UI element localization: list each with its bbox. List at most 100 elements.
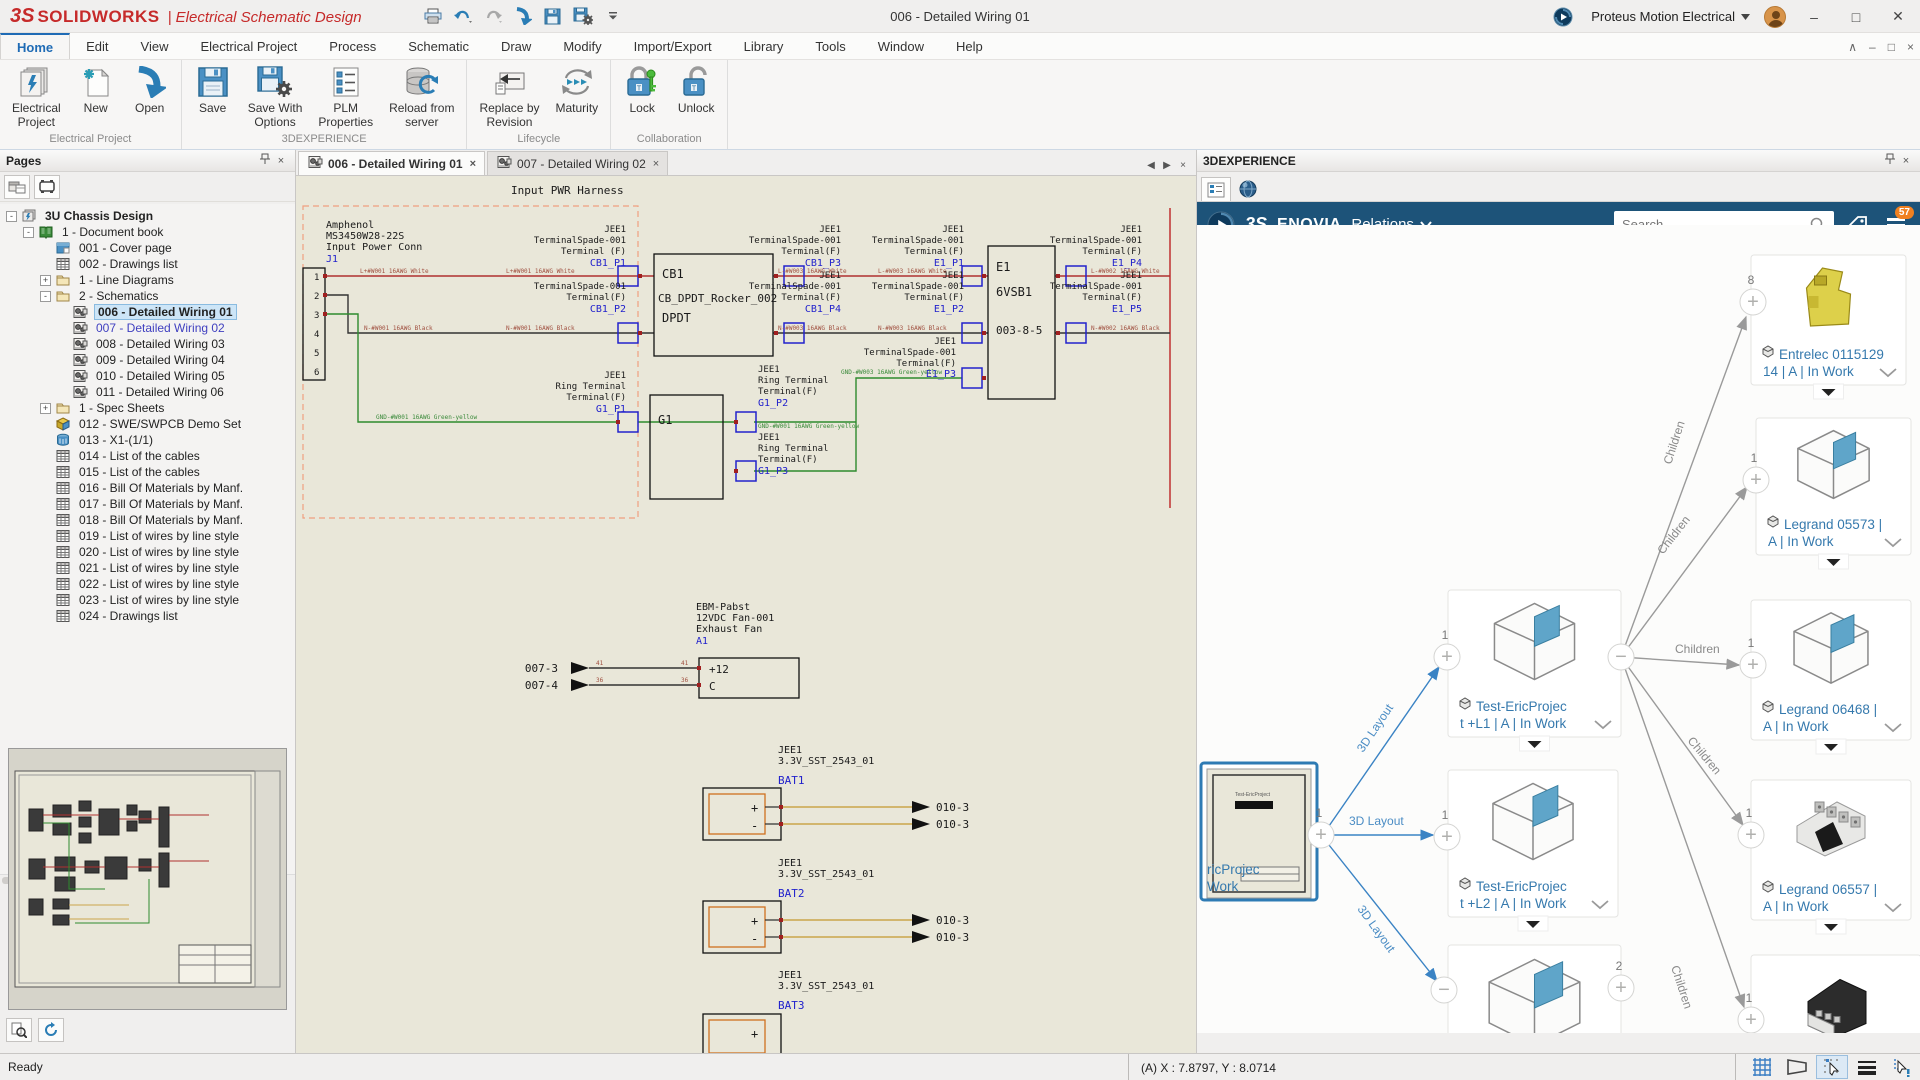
pin-icon[interactable]	[257, 153, 273, 168]
menu-item-modify[interactable]: Modify	[547, 33, 617, 59]
redo-icon[interactable]	[482, 5, 504, 27]
collapse-icon[interactable]: -	[6, 210, 17, 222]
graph-node-L2[interactable]: Test-EricProjec t +L2 | A | In Work +1	[1433, 769, 1619, 932]
collapse-ribbon-icon[interactable]: ∧	[1848, 40, 1857, 54]
plm-properties-button[interactable]: PLM Properties	[310, 62, 381, 131]
save-button[interactable]: Save	[186, 62, 240, 131]
relation-edge-children[interactable]	[1620, 656, 1746, 1009]
component-bat1[interactable]	[702, 787, 782, 841]
tree-item-1-document-book[interactable]: - 1 - Document book	[0, 224, 295, 240]
tab-scroll-right-icon[interactable]: ▶	[1160, 160, 1174, 171]
unlock-button[interactable]: T Unlock	[669, 62, 723, 131]
menu-item-help[interactable]: Help	[940, 33, 999, 59]
relation-edge-children[interactable]	[1620, 485, 1748, 658]
tree-item-1-spec-sheets[interactable]: +1 - Spec Sheets	[0, 400, 295, 416]
menu-item-home[interactable]: Home	[0, 33, 71, 59]
menu-item-tools[interactable]: Tools	[799, 33, 861, 59]
tree-item-007-detailed-wiring-02[interactable]: 007 - Detailed Wiring 02	[0, 320, 295, 336]
tenant-selector[interactable]: Proteus Motion Electrical	[1591, 9, 1750, 24]
tree-item-022-list-of-wires-by-line-style[interactable]: 022 - List of wires by line style	[0, 576, 295, 592]
list-panel-icon[interactable]	[1201, 177, 1231, 201]
globe-icon[interactable]	[1233, 177, 1263, 201]
component-bat2[interactable]	[702, 900, 782, 954]
undo-icon[interactable]	[452, 5, 474, 27]
tree-item-017-bill-of-materials-by-manf[interactable]: 017 - Bill Of Materials by Manf.	[0, 496, 295, 512]
zoom-page-icon[interactable]	[6, 1018, 32, 1042]
close-tab-icon[interactable]: ×	[653, 158, 659, 170]
save-with-options-button[interactable]: Save With Options	[240, 62, 311, 131]
tab-close-icon[interactable]: ×	[1176, 160, 1190, 171]
menu-item-library[interactable]: Library	[728, 33, 800, 59]
tab-scroll-left-icon[interactable]: ◀	[1144, 160, 1158, 171]
graph-node-B1[interactable]: − +2	[1430, 944, 1635, 1033]
menu-item-view[interactable]: View	[125, 33, 185, 59]
cursor-grid-icon[interactable]	[1816, 1055, 1848, 1079]
chassis-icon[interactable]	[34, 174, 60, 199]
tree-item-2-schematics[interactable]: - 2 - Schematics	[0, 288, 295, 304]
minimize-button[interactable]: –	[1800, 9, 1828, 25]
avatar[interactable]	[1764, 5, 1786, 28]
connector-j1[interactable]	[302, 267, 326, 381]
tree-item-001-cover-page[interactable]: 001 - Cover page	[0, 240, 295, 256]
tree-item-023-list-of-wires-by-line-style[interactable]: 023 - List of wires by line style	[0, 592, 295, 608]
book-pages-icon[interactable]	[4, 174, 30, 199]
graph-node-G4[interactable]: Legrand 06468 | A | In Work +1	[1739, 599, 1912, 755]
tree-item-008-detailed-wiring-03[interactable]: 008 - Detailed Wiring 03	[0, 336, 295, 352]
restore-button[interactable]: □	[1842, 9, 1870, 25]
expand-icon[interactable]: +	[40, 402, 51, 414]
tree-item-009-detailed-wiring-04[interactable]: 009 - Detailed Wiring 04	[0, 352, 295, 368]
restore-doc-icon[interactable]: □	[1888, 40, 1895, 54]
grid-icon[interactable]	[1746, 1055, 1778, 1079]
editor-tab-007-detailed-wiring-02[interactable]: 007 - Detailed Wiring 02 ×	[487, 151, 669, 175]
close-doc-icon[interactable]: ×	[1907, 40, 1914, 54]
sheet-thumbnail[interactable]	[8, 748, 287, 1010]
tree-item-3u-chassis-design[interactable]: - 3U Chassis Design	[0, 208, 295, 224]
save-icon[interactable]	[542, 5, 564, 27]
tree-item-002-drawings-list[interactable]: 002 - Drawings list	[0, 256, 295, 272]
relations-graph[interactable]: Children Children Children Children Children…	[1197, 225, 1920, 1033]
collapse-icon[interactable]: -	[23, 226, 34, 238]
refresh-icon[interactable]	[38, 1018, 64, 1042]
relation-edge-children[interactable]	[1620, 656, 1741, 670]
close-tab-icon[interactable]: ×	[470, 158, 476, 170]
expand-icon[interactable]: +	[40, 274, 51, 286]
menu-item-schematic[interactable]: Schematic	[392, 33, 485, 59]
tree-item-012-swe-swpcb-demo-set[interactable]: 012 - SWE/SWPCB Demo Set	[0, 416, 295, 432]
relation-edge-children[interactable]	[1620, 315, 1747, 658]
graph-node-L1[interactable]: Test-EricProjec t +L1 | A | In Work +1 −	[1433, 589, 1635, 752]
minimize-doc-icon[interactable]: –	[1869, 40, 1876, 54]
compass-icon[interactable]	[1549, 3, 1577, 31]
editor-tab-006-detailed-wiring-01[interactable]: 006 - Detailed Wiring 01 ×	[298, 151, 486, 175]
tree-item-016-bill-of-materials-by-manf[interactable]: 016 - Bill Of Materials by Manf.	[0, 480, 295, 496]
menu-item-process[interactable]: Process	[313, 33, 392, 59]
more-chevron-icon[interactable]	[602, 5, 624, 27]
printer-icon[interactable]	[422, 5, 444, 27]
perspective-icon[interactable]	[1781, 1055, 1813, 1079]
tree-item-006-detailed-wiring-01[interactable]: 006 - Detailed Wiring 01	[0, 304, 295, 320]
maturity-button[interactable]: Maturity	[548, 62, 607, 131]
tree-item-020-list-of-wires-by-line-style[interactable]: 020 - List of wires by line style	[0, 544, 295, 560]
relation-edge-children[interactable]	[1620, 656, 1744, 827]
graph-node-G6[interactable]: Legrand 06557 | A | In Work +1	[1737, 779, 1912, 935]
reload-from-server-button[interactable]: Reload from server	[381, 62, 462, 131]
new-button[interactable]: New	[69, 62, 123, 131]
tree-item-024-drawings-list[interactable]: 024 - Drawings list	[0, 608, 295, 624]
tree-item-018-bill-of-materials-by-manf[interactable]: 018 - Bill Of Materials by Manf.	[0, 512, 295, 528]
relation-edge-3d-layout[interactable]	[1328, 844, 1438, 983]
lock-button[interactable]: T Lock	[615, 62, 669, 131]
tree-item-1-line-diagrams[interactable]: +1 - Line Diagrams	[0, 272, 295, 288]
tree-item-011-detailed-wiring-06[interactable]: 011 - Detailed Wiring 06	[0, 384, 295, 400]
graph-node-BP[interactable]: +1	[1737, 954, 1920, 1033]
graph-node-E8[interactable]: Entrelec 0115129 14 | A | In Work +8	[1739, 254, 1907, 400]
graph-node-sel[interactable]: Test-EricProject ricProjec Work +1	[1199, 761, 1335, 902]
tree-item-019-list-of-wires-by-line-style[interactable]: 019 - List of wires by line style	[0, 528, 295, 544]
menu-item-electrical-project[interactable]: Electrical Project	[184, 33, 313, 59]
electrical-project-button[interactable]: Electrical Project	[4, 62, 69, 131]
tree-item-013-x1-1-1[interactable]: 013 - X1-(1/1)	[0, 432, 295, 448]
pin-icon[interactable]	[1882, 153, 1898, 168]
close-icon[interactable]: ×	[273, 155, 289, 167]
component-g1[interactable]	[649, 394, 724, 500]
open-icon[interactable]	[512, 5, 534, 27]
menu-item-edit[interactable]: Edit	[70, 33, 124, 59]
schematic-canvas[interactable]: Input PWR Harness Amphenol MS3450W28-22S In…	[296, 176, 1196, 1067]
